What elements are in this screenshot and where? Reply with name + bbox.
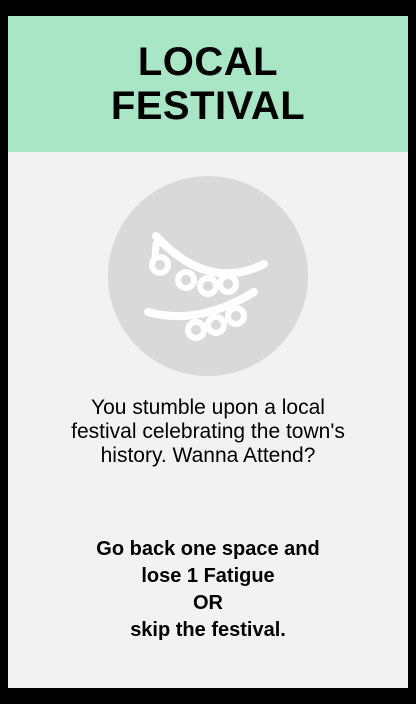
event-card: LOCAL FESTIVAL You stumble upon a local … <box>8 16 408 688</box>
choice-skip-festival: skip the festival. <box>130 619 286 641</box>
choice-go-back-line-1: Go back one space and <box>96 538 320 560</box>
card-title: LOCAL FESTIVAL <box>58 40 358 128</box>
event-description: You stumble upon a local festival celebr… <box>71 396 345 467</box>
card-title-line-2: FESTIVAL <box>110 84 306 128</box>
card-emblem <box>108 176 308 376</box>
choice-separator: OR <box>193 592 223 614</box>
choice-go-back-line-2: lose 1 Fatigue <box>141 565 275 587</box>
card-title-line-1: LOCAL <box>137 40 279 84</box>
event-choices: Go back one space and lose 1 Fatigue OR … <box>48 536 368 644</box>
card-header: LOCAL FESTIVAL <box>8 16 408 152</box>
festival-bunting-icon <box>144 232 268 341</box>
